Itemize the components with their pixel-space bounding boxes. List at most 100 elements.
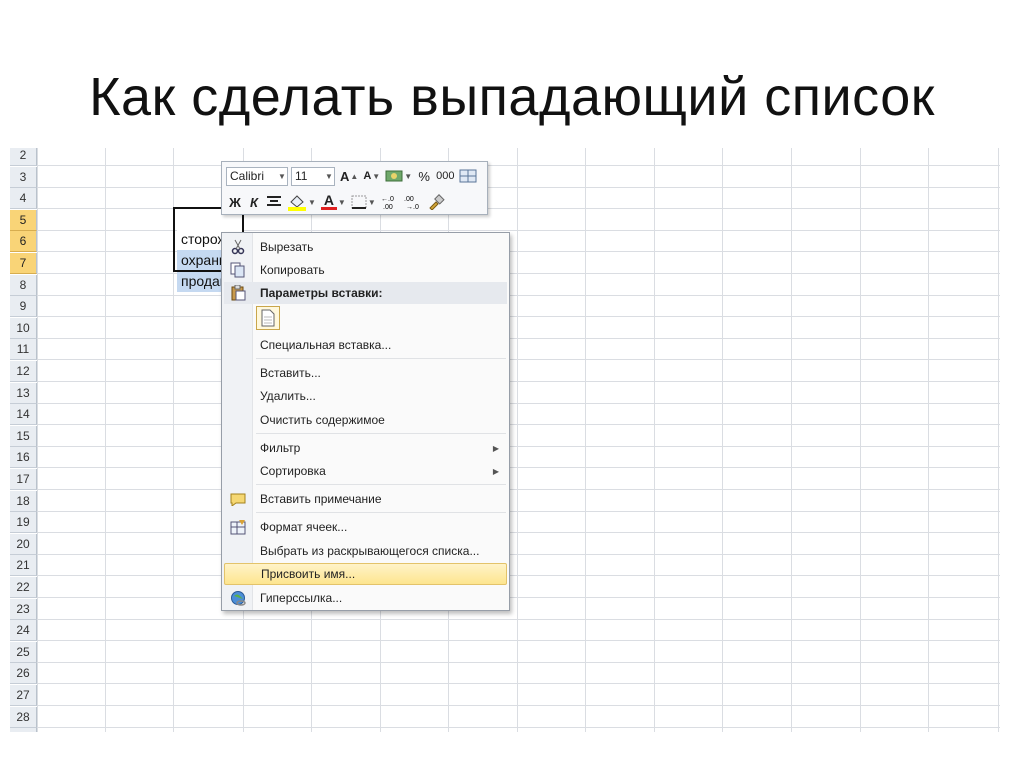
- grid-column-line: [37, 148, 38, 732]
- row-header[interactable]: 11: [10, 339, 37, 360]
- paste-document-icon: [261, 309, 275, 327]
- row-header[interactable]: 17: [10, 469, 37, 490]
- grid-row-line: [37, 165, 1000, 166]
- menu-label: Удалить...: [260, 389, 316, 403]
- submenu-arrow-icon: ▶: [492, 466, 499, 476]
- row-header[interactable]: 9: [10, 296, 37, 317]
- decrease-decimal-button[interactable]: .00 →.0: [402, 192, 424, 212]
- row-header[interactable]: 15: [10, 426, 37, 447]
- center-align-button[interactable]: [264, 192, 284, 212]
- grid-row-line: [37, 403, 1000, 404]
- context-menu: Вырезать Копировать Параметры вставки: С…: [221, 232, 510, 611]
- row-header[interactable]: 12: [10, 361, 37, 382]
- row-header[interactable]: 16: [10, 447, 37, 468]
- format-brush-button[interactable]: [425, 192, 447, 212]
- menu-label: Гиперссылка...: [260, 591, 343, 605]
- borders-button[interactable]: ▼: [349, 192, 378, 212]
- row-header[interactable]: 22: [10, 577, 37, 598]
- menu-item-insert[interactable]: Вставить...: [224, 362, 507, 384]
- scissors-icon: [231, 239, 245, 255]
- row-header[interactable]: 3: [10, 167, 37, 188]
- row-header[interactable]: 7: [10, 253, 37, 274]
- row-header[interactable]: 2: [10, 148, 37, 166]
- menu-item-format-cells[interactable]: Формат ячеек...: [224, 516, 507, 538]
- row-header[interactable]: 8: [10, 275, 37, 296]
- menu-separator: [256, 484, 506, 485]
- font-color-icon: A: [323, 192, 334, 208]
- grow-font-button[interactable]: A ▲: [338, 166, 360, 186]
- menu-item-cut[interactable]: Вырезать: [224, 236, 507, 258]
- row-header[interactable]: 13: [10, 383, 37, 404]
- menu-item-hyperlink[interactable]: Гиперссылка...: [224, 587, 507, 609]
- mini-toolbar: Calibri ▼ 11 ▼ A ▲ A ▼ ▼ % 000 Ж К ▼ A ▼…: [221, 161, 488, 215]
- grid-row-line: [37, 467, 1000, 468]
- menu-item-define-name[interactable]: Присвоить имя...: [224, 563, 507, 585]
- row-header[interactable]: 20: [10, 534, 37, 555]
- grid-row-line: [37, 489, 1000, 490]
- row-header[interactable]: 25: [10, 642, 37, 663]
- fill-color-button[interactable]: ▼: [285, 192, 318, 212]
- number-format-button[interactable]: ▼: [383, 166, 414, 186]
- grid-column-line: [998, 148, 999, 732]
- grid-column-line: [517, 148, 518, 732]
- hyperlink-globe-icon: [231, 591, 246, 606]
- increase-decimal-icon: ←.0.00: [381, 196, 394, 210]
- grid-row-line: [37, 727, 1000, 728]
- row-header[interactable]: 19: [10, 512, 37, 533]
- comment-icon: [230, 493, 246, 506]
- grid-row-line: [37, 575, 1000, 576]
- menu-label: Выбрать из раскрывающегося списка...: [260, 544, 480, 558]
- grid-row-line: [37, 554, 1000, 555]
- grid-row-line: [37, 532, 1000, 533]
- grid-row-line: [37, 619, 1000, 620]
- menu-label: Сортировка: [260, 464, 326, 478]
- grid-row-line: [37, 338, 1000, 339]
- row-header[interactable]: 10: [10, 318, 37, 339]
- row-header[interactable]: 5: [10, 210, 37, 231]
- grid-row-line: [37, 424, 1000, 425]
- table-format-icon: [459, 169, 477, 183]
- font-name-select[interactable]: Calibri ▼: [226, 166, 288, 186]
- menu-item-filter[interactable]: Фильтр ▶: [224, 437, 507, 459]
- font-size-select[interactable]: 11 ▼: [291, 166, 335, 186]
- menu-item-insert-comment[interactable]: Вставить примечание: [224, 488, 507, 510]
- menu-item-pick-from-list[interactable]: Выбрать из раскрывающегося списка...: [224, 540, 507, 562]
- row-header[interactable]: 4: [10, 188, 37, 209]
- menu-label: Копировать: [260, 263, 325, 277]
- row-header[interactable]: 23: [10, 599, 37, 620]
- menu-item-copy[interactable]: Копировать: [224, 259, 507, 281]
- row-header[interactable]: 6: [10, 231, 37, 252]
- row-header[interactable]: 28: [10, 707, 37, 728]
- menu-item-clear-contents[interactable]: Очистить содержимое: [224, 409, 507, 431]
- grid-column-line: [791, 148, 792, 732]
- percent-button[interactable]: %: [415, 166, 433, 186]
- row-header[interactable]: 21: [10, 555, 37, 576]
- shrink-font-button[interactable]: A ▼: [361, 166, 382, 186]
- svg-text:←.0: ←.0: [381, 196, 394, 203]
- row-header[interactable]: 26: [10, 663, 37, 684]
- italic-button[interactable]: К: [245, 192, 263, 212]
- menu-item-sort[interactable]: Сортировка ▶: [224, 460, 507, 482]
- row-header[interactable]: 24: [10, 620, 37, 641]
- row-header[interactable]: 14: [10, 404, 37, 425]
- row-header[interactable]: 27: [10, 685, 37, 706]
- format-painter-button[interactable]: [457, 166, 479, 186]
- paintbrush-icon: [429, 194, 445, 210]
- font-color-button[interactable]: A ▼: [319, 192, 348, 212]
- menu-item-delete[interactable]: Удалить...: [224, 385, 507, 407]
- align-center-icon: [267, 196, 281, 206]
- svg-text:.00: .00: [404, 196, 414, 203]
- menu-label: Очистить содержимое: [260, 413, 385, 427]
- increase-decimal-button[interactable]: ←.0.00: [379, 192, 401, 212]
- menu-item-paste-special[interactable]: Специальная вставка...: [224, 334, 507, 356]
- grid-row-line: [37, 511, 1000, 512]
- grid-row-line: [37, 359, 1000, 360]
- row-header[interactable]: 18: [10, 491, 37, 512]
- bold-button[interactable]: Ж: [226, 192, 244, 212]
- menu-label: Вставить примечание: [260, 492, 382, 506]
- paste-button[interactable]: [256, 306, 280, 330]
- menu-label: Присвоить имя...: [261, 567, 356, 581]
- row-header[interactable]: 29: [10, 728, 37, 732]
- thousands-button[interactable]: 000: [434, 166, 456, 186]
- menu-separator: [256, 358, 506, 359]
